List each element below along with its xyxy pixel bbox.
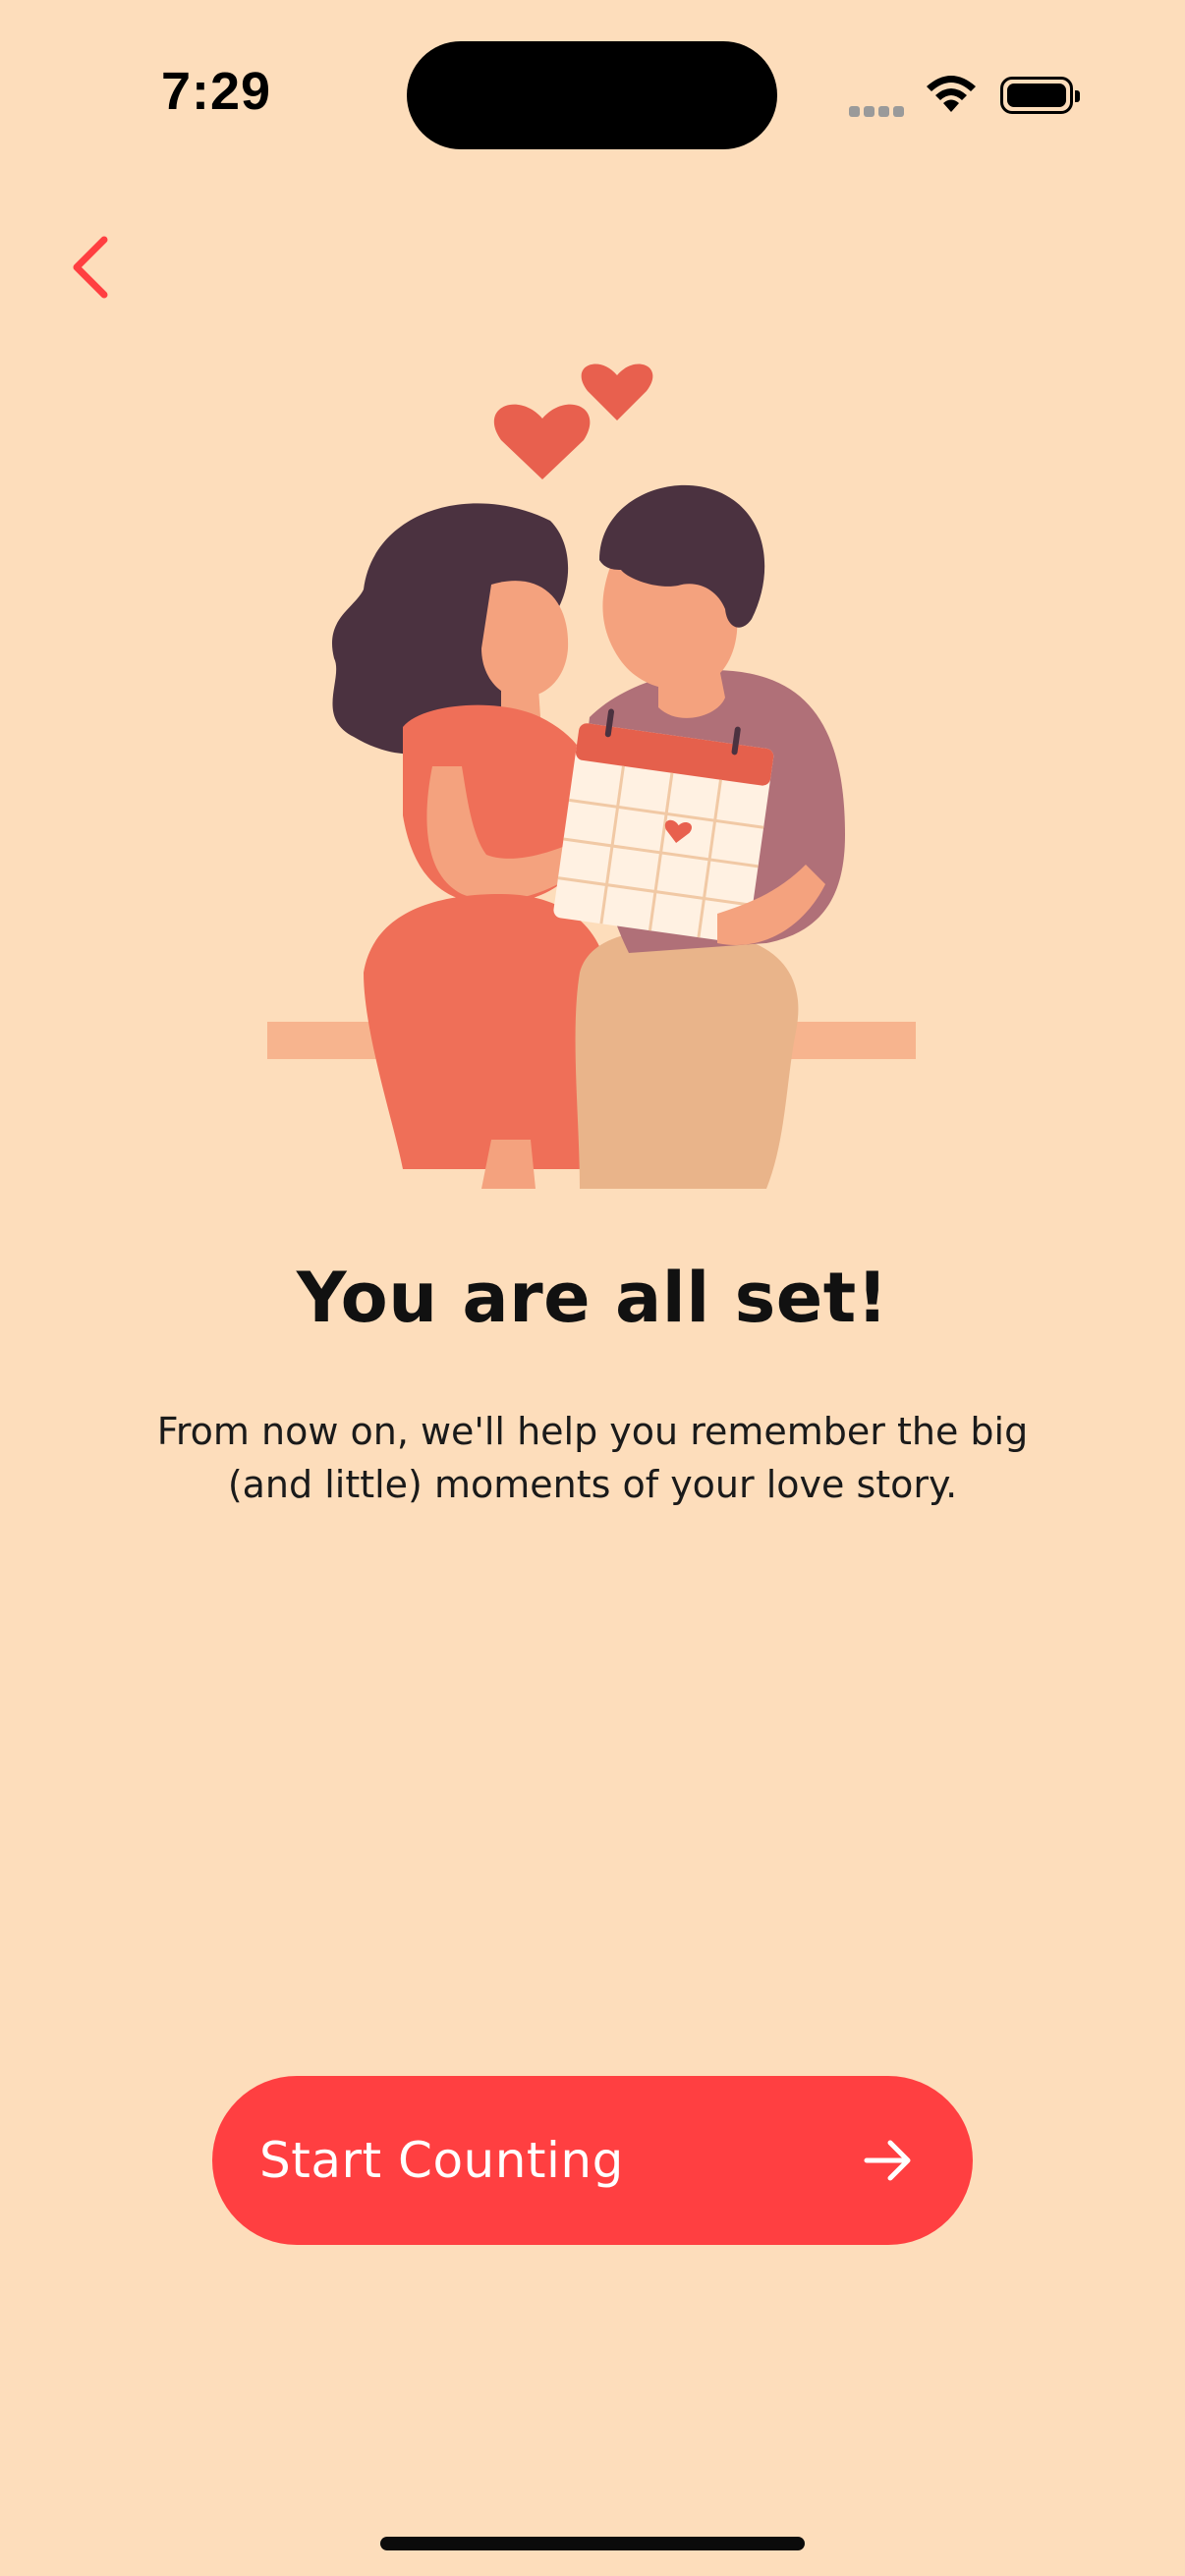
dynamic-island [407, 41, 777, 149]
wifi-icon [927, 76, 976, 112]
page-title: You are all set! [296, 1258, 889, 1338]
cellular-signal-icon [849, 102, 908, 121]
heart-icon [581, 364, 653, 420]
home-indicator[interactable] [380, 2537, 805, 2550]
back-button[interactable] [55, 228, 134, 307]
couple-with-calendar-illustration [267, 364, 916, 1189]
chevron-left-icon [73, 236, 108, 299]
page-subtitle: From now on, we'll help you remember the… [156, 1410, 1029, 1506]
heart-icon [493, 404, 591, 479]
start-counting-label: Start Counting [259, 2132, 624, 2189]
status-bar: 7:29 [0, 0, 1185, 196]
start-counting-button[interactable]: Start Counting [212, 2076, 973, 2245]
battery-icon [1000, 77, 1080, 114]
status-time: 7:29 [160, 62, 272, 121]
arrow-right-icon [864, 2140, 911, 2181]
